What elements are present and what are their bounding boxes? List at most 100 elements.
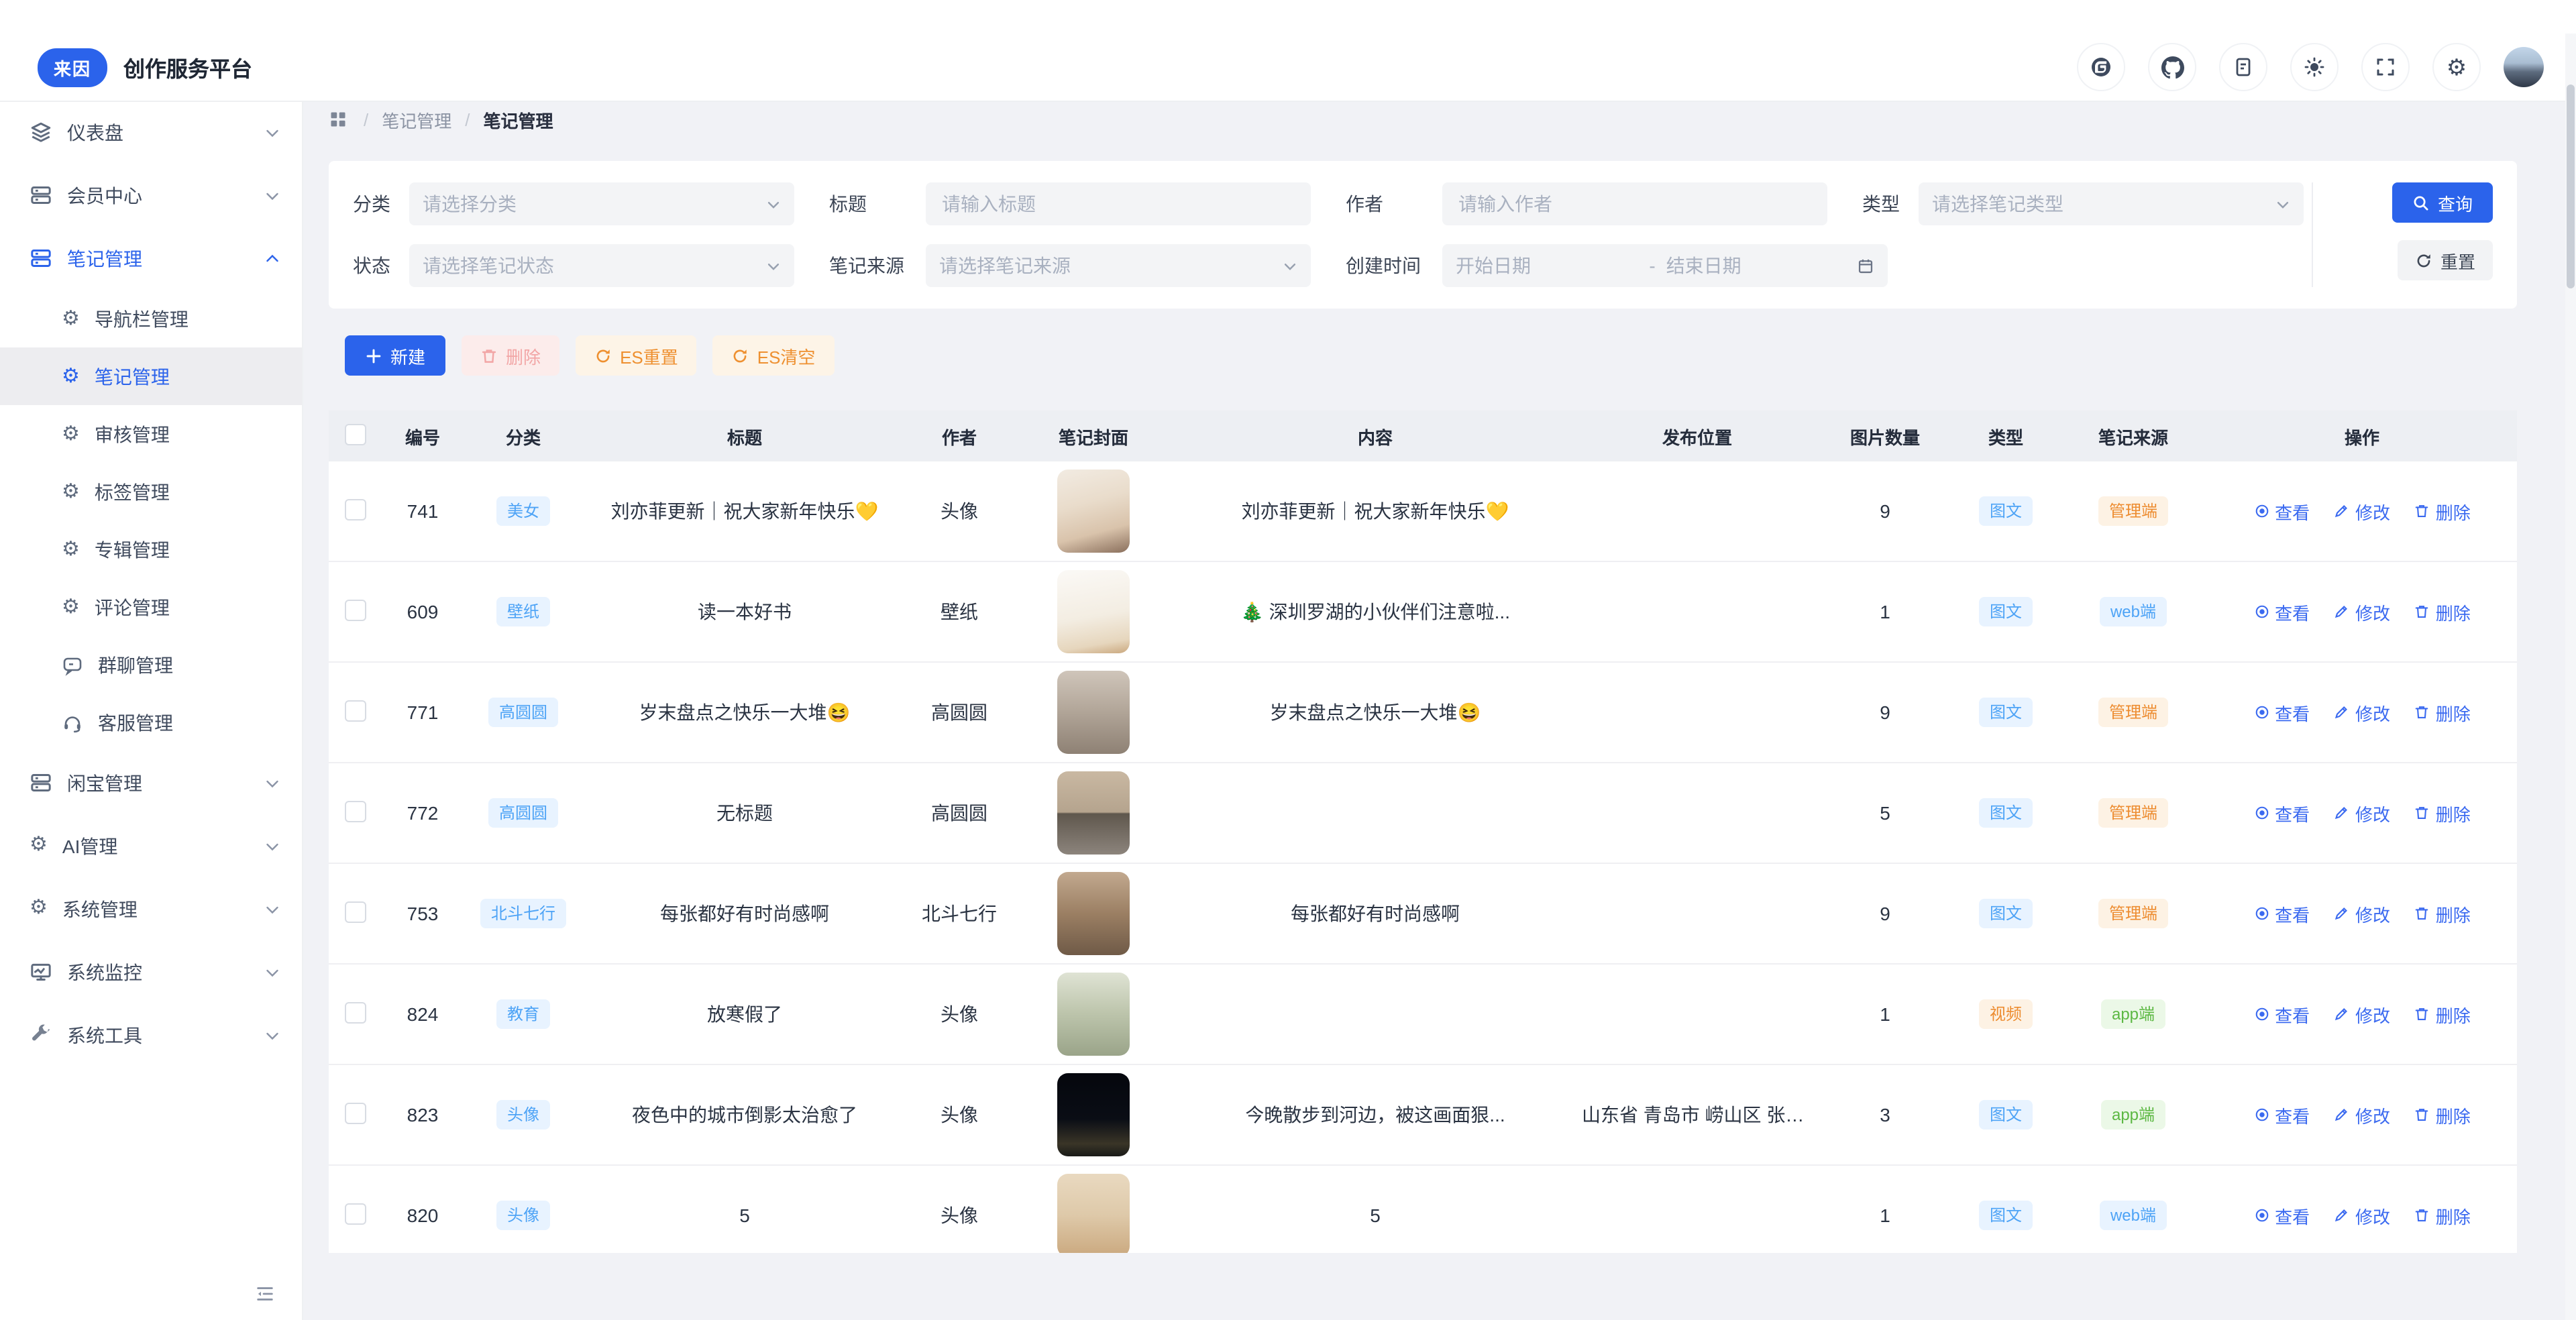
source-tag: web端 bbox=[2100, 597, 2167, 626]
sidebar-item-notes[interactable]: 笔记管理 bbox=[0, 227, 302, 290]
sidebar-item-note-manage[interactable]: ⚙ 笔记管理 bbox=[0, 347, 302, 405]
page-scrollbar bbox=[2565, 34, 2576, 1320]
row-checkbox[interactable] bbox=[345, 901, 366, 922]
row-checkbox[interactable] bbox=[345, 700, 366, 721]
row-checkbox[interactable] bbox=[345, 1203, 366, 1224]
cell-location bbox=[1576, 1165, 1818, 1253]
scrollbar-thumb[interactable] bbox=[2567, 85, 2575, 288]
sidebar-item-system-monitor[interactable]: 系统监控 bbox=[0, 940, 302, 1003]
cover-image bbox=[1057, 973, 1130, 1056]
app-window: 来因 创作服务平台 ⚙ 仪表盘 bbox=[0, 34, 2576, 1320]
view-link[interactable]: 查看 bbox=[2253, 800, 2310, 826]
edit-link[interactable]: 修改 bbox=[2334, 498, 2390, 524]
cell-id: 820 bbox=[382, 1165, 463, 1253]
sidebar-item-ai[interactable]: ⚙ AI管理 bbox=[0, 814, 302, 877]
sidebar-item-tag-manage[interactable]: ⚙ 标签管理 bbox=[0, 463, 302, 520]
breadcrumb-item[interactable]: 笔记管理 bbox=[382, 107, 451, 132]
sidebar-item-comment-manage[interactable]: ⚙ 评论管理 bbox=[0, 578, 302, 636]
chevron-up-icon bbox=[264, 250, 280, 266]
view-link[interactable]: 查看 bbox=[2253, 599, 2310, 624]
sidebar-item-system-tools[interactable]: 系统工具 bbox=[0, 1003, 302, 1066]
type-tag: 图文 bbox=[1979, 1100, 2033, 1130]
category-select[interactable]: 请选择分类 bbox=[409, 182, 794, 225]
cell-id: 772 bbox=[382, 763, 463, 863]
edit-link[interactable]: 修改 bbox=[2334, 700, 2390, 725]
row-checkbox[interactable] bbox=[345, 1102, 366, 1123]
edit-link[interactable]: 修改 bbox=[2334, 901, 2390, 926]
date-range-picker[interactable]: 开始日期 - 结束日期 bbox=[1442, 244, 1888, 287]
author-input[interactable] bbox=[1456, 192, 1814, 216]
delete-link[interactable]: 删除 bbox=[2414, 599, 2471, 624]
document-icon[interactable] bbox=[2219, 43, 2267, 91]
gitee-icon[interactable] bbox=[2077, 43, 2125, 91]
fullscreen-icon[interactable] bbox=[2361, 43, 2410, 91]
breadcrumb: / 笔记管理 / 笔记管理 bbox=[329, 105, 2517, 134]
search-button[interactable]: 查询 bbox=[2392, 182, 2493, 223]
type-select[interactable]: 请选择笔记类型 bbox=[1919, 182, 2304, 225]
sidebar-item-review-manage[interactable]: ⚙ 审核管理 bbox=[0, 405, 302, 463]
sidebar-item-xianbao[interactable]: 闲宝管理 bbox=[0, 751, 302, 814]
delete-link[interactable]: 删除 bbox=[2414, 1102, 2471, 1128]
sidebar-item-members[interactable]: 会员中心 bbox=[0, 164, 302, 227]
delete-button[interactable]: 删除 bbox=[462, 335, 559, 376]
reset-button[interactable]: 重置 bbox=[2398, 240, 2493, 280]
edit-link[interactable]: 修改 bbox=[2334, 1203, 2390, 1228]
row-checkbox[interactable] bbox=[345, 599, 366, 620]
type-tag: 图文 bbox=[1979, 899, 2033, 928]
es-clear-button[interactable]: ES清空 bbox=[713, 335, 835, 376]
view-link[interactable]: 查看 bbox=[2253, 1203, 2310, 1228]
view-link[interactable]: 查看 bbox=[2253, 498, 2310, 524]
delete-link[interactable]: 删除 bbox=[2414, 1203, 2471, 1228]
row-checkbox[interactable] bbox=[345, 1001, 366, 1023]
view-link[interactable]: 查看 bbox=[2253, 1001, 2310, 1027]
sidebar-item-label: 闲宝管理 bbox=[67, 769, 142, 796]
sidebar-item-album-manage[interactable]: ⚙ 专辑管理 bbox=[0, 520, 302, 578]
delete-link[interactable]: 删除 bbox=[2414, 1001, 2471, 1027]
view-link[interactable]: 查看 bbox=[2253, 901, 2310, 926]
sidebar-item-groupchat-manage[interactable]: 群聊管理 bbox=[0, 636, 302, 694]
sidebar-item-nav-manage[interactable]: ⚙ 导航栏管理 bbox=[0, 290, 302, 347]
cell-content: 刘亦菲更新｜祝大家新年快乐💛 bbox=[1174, 461, 1576, 561]
delete-link[interactable]: 删除 bbox=[2414, 800, 2471, 826]
cell-title: 岁末盘点之快乐一大堆😆 bbox=[584, 662, 906, 763]
status-select[interactable]: 请选择笔记状态 bbox=[409, 244, 794, 287]
sidebar-collapse-icon[interactable] bbox=[255, 1284, 275, 1304]
select-placeholder: 请选择笔记类型 bbox=[1932, 190, 2063, 217]
source-select[interactable]: 请选择笔记来源 bbox=[926, 244, 1311, 287]
page-content: / 笔记管理 / 笔记管理 分类 请选择分类 bbox=[302, 72, 2576, 1253]
breadcrumb-separator: / bbox=[364, 109, 368, 129]
theme-sun-icon[interactable] bbox=[2290, 43, 2339, 91]
view-link[interactable]: 查看 bbox=[2253, 700, 2310, 725]
search-button-label: 查询 bbox=[2438, 190, 2473, 215]
edit-link[interactable]: 修改 bbox=[2334, 1001, 2390, 1027]
row-checkbox[interactable] bbox=[345, 800, 366, 822]
es-reset-button[interactable]: ES重置 bbox=[576, 335, 697, 376]
row-checkbox[interactable] bbox=[345, 498, 366, 520]
create-button[interactable]: 新建 bbox=[345, 335, 445, 376]
title-input[interactable] bbox=[939, 192, 1297, 216]
sidebar-item-system-manage[interactable]: ⚙ 系统管理 bbox=[0, 877, 302, 940]
category-tag: 高圆圆 bbox=[488, 698, 558, 727]
user-avatar[interactable] bbox=[2504, 47, 2544, 87]
edit-link[interactable]: 修改 bbox=[2334, 800, 2390, 826]
edit-link-label: 修改 bbox=[2355, 1102, 2390, 1128]
delete-link[interactable]: 删除 bbox=[2414, 498, 2471, 524]
view-link-label: 查看 bbox=[2275, 498, 2310, 524]
view-link[interactable]: 查看 bbox=[2253, 1102, 2310, 1128]
select-all-checkbox[interactable] bbox=[345, 423, 366, 445]
delete-link[interactable]: 删除 bbox=[2414, 700, 2471, 725]
home-grid-icon[interactable] bbox=[329, 110, 347, 129]
edit-link[interactable]: 修改 bbox=[2334, 1102, 2390, 1128]
delete-link[interactable]: 删除 bbox=[2414, 901, 2471, 926]
edit-link[interactable]: 修改 bbox=[2334, 599, 2390, 624]
filter-label-source: 笔记来源 bbox=[829, 252, 910, 279]
cell-content: 5 bbox=[1174, 1165, 1576, 1253]
sidebar-item-label: 笔记管理 bbox=[67, 245, 142, 272]
sidebar-item-dashboard[interactable]: 仪表盘 bbox=[0, 101, 302, 164]
cell-author: 壁纸 bbox=[906, 561, 1013, 662]
sidebar-item-support-manage[interactable]: 客服管理 bbox=[0, 694, 302, 751]
monitor-icon bbox=[30, 960, 52, 983]
date-end-placeholder: 结束日期 bbox=[1666, 252, 1849, 279]
settings-gear-icon[interactable]: ⚙ bbox=[2432, 43, 2481, 91]
github-icon[interactable] bbox=[2148, 43, 2196, 91]
